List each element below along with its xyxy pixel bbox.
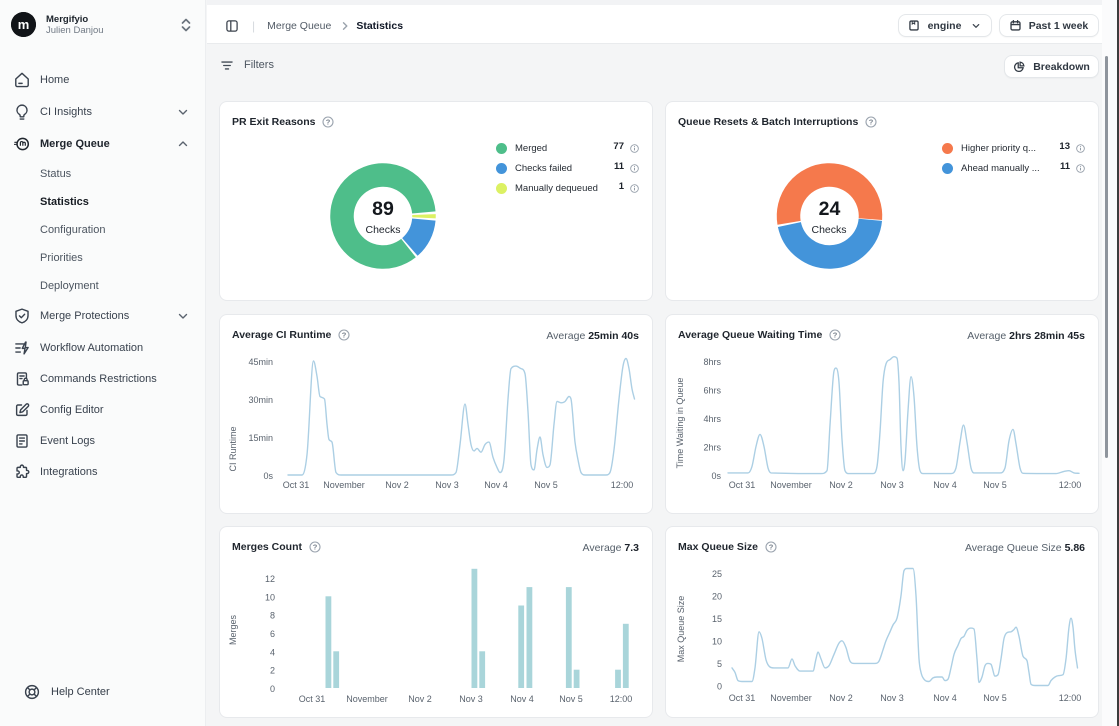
svg-text:89: 89 [372, 198, 394, 220]
svg-text:Nov 5: Nov 5 [559, 694, 583, 704]
svg-text:Nov 4: Nov 4 [933, 693, 957, 703]
svg-text:Merges: Merges [228, 614, 238, 645]
svg-text:Oct 31: Oct 31 [729, 693, 756, 703]
svg-text:Nov 4: Nov 4 [510, 694, 534, 704]
svg-text:November: November [346, 694, 388, 704]
svg-text:m: m [18, 17, 30, 32]
svg-text:0: 0 [270, 684, 275, 694]
svg-text:12: 12 [265, 574, 275, 584]
svg-text:CI Runtime: CI Runtime [228, 426, 238, 471]
svg-text:Nov 4: Nov 4 [933, 480, 957, 490]
svg-text:6: 6 [270, 629, 275, 639]
svg-text:Oct 31: Oct 31 [729, 480, 756, 490]
svg-text:Checks: Checks [365, 224, 400, 236]
svg-text:Nov 3: Nov 3 [880, 693, 904, 703]
svg-text:Nov 3: Nov 3 [459, 694, 483, 704]
svg-text:Nov 4: Nov 4 [484, 480, 508, 490]
svg-text:0s: 0s [263, 471, 273, 481]
svg-text:Nov 2: Nov 2 [385, 480, 409, 490]
svg-text:Nov 3: Nov 3 [880, 480, 904, 490]
svg-text:November: November [770, 480, 812, 490]
svg-text:Checks: Checks [811, 224, 846, 236]
svg-text:Nov 2: Nov 2 [829, 693, 853, 703]
svg-text:12:00: 12:00 [611, 480, 634, 490]
svg-text:Nov 5: Nov 5 [983, 480, 1007, 490]
svg-text:25: 25 [712, 569, 722, 579]
svg-text:0: 0 [717, 682, 722, 692]
svg-text:12:00: 12:00 [610, 694, 633, 704]
svg-text:November: November [323, 480, 365, 490]
svg-text:Oct 31: Oct 31 [299, 694, 326, 704]
svg-text:Nov 5: Nov 5 [983, 693, 1007, 703]
svg-text:5: 5 [717, 659, 722, 669]
svg-text:Oct 31: Oct 31 [283, 480, 310, 490]
svg-text:24: 24 [819, 198, 841, 220]
svg-text:0s: 0s [711, 471, 721, 481]
svg-text:8hrs: 8hrs [703, 357, 721, 367]
svg-text:4: 4 [270, 647, 275, 657]
svg-text:Max Queue Size: Max Queue Size [676, 596, 686, 663]
svg-text:Time Waiting in Queue: Time Waiting in Queue [675, 378, 685, 469]
svg-text:10: 10 [712, 637, 722, 647]
svg-text:20: 20 [712, 592, 722, 602]
svg-text:12:00: 12:00 [1059, 693, 1082, 703]
svg-text:8: 8 [270, 611, 275, 621]
svg-text:45min: 45min [248, 357, 273, 367]
svg-text:Nov 2: Nov 2 [829, 480, 853, 490]
svg-text:30min: 30min [248, 395, 273, 405]
svg-text:15: 15 [712, 614, 722, 624]
svg-text:2: 2 [270, 666, 275, 676]
svg-text:4hrs: 4hrs [703, 414, 721, 424]
svg-text:Nov 2: Nov 2 [408, 694, 432, 704]
svg-text:6hrs: 6hrs [703, 386, 721, 396]
svg-text:2hrs: 2hrs [703, 443, 721, 453]
svg-text:Nov 5: Nov 5 [534, 480, 558, 490]
svg-text:Nov 3: Nov 3 [435, 480, 459, 490]
svg-text:10: 10 [265, 592, 275, 602]
svg-text:15min: 15min [248, 433, 273, 443]
svg-text:12:00: 12:00 [1059, 480, 1082, 490]
svg-text:November: November [770, 693, 812, 703]
